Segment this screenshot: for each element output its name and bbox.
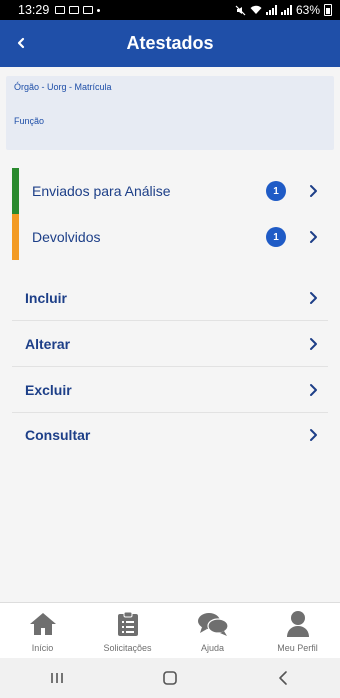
clipboard-icon (111, 609, 145, 639)
home-square-icon (163, 671, 177, 685)
nav-help[interactable]: Ajuda (170, 603, 255, 658)
image-icon (69, 6, 80, 14)
menu-label: Incluir (25, 289, 68, 306)
signal-icon (265, 5, 277, 15)
org-unit-registration-label: Órgão - Uorg - Matrícula (14, 82, 112, 92)
nav-requests[interactable]: Solicitações (85, 603, 170, 658)
recent-apps-button[interactable] (37, 663, 77, 693)
notification-dot-icon (97, 8, 101, 12)
status-color-bar (12, 214, 19, 260)
employee-info-card: Órgão - Uorg - Matrícula Função (6, 76, 334, 150)
status-label: Enviados para Análise (32, 183, 171, 199)
back-system-button[interactable] (263, 663, 303, 693)
menu-label: Alterar (25, 335, 71, 352)
status-color-bar (12, 168, 19, 214)
bottom-navigation: Início Solicitações Ajuda Meu Perfil (0, 602, 340, 658)
home-icon (26, 609, 60, 639)
wifi-icon (250, 5, 262, 14)
menu-label: Excluir (25, 381, 72, 398)
nav-home[interactable]: Início (0, 603, 85, 658)
chat-bubbles-icon (196, 609, 230, 639)
app-header: Atestados (0, 20, 340, 67)
page-title: Atestados (126, 33, 214, 53)
menu-item-edit[interactable]: Alterar (12, 321, 328, 367)
recent-apps-icon (50, 673, 63, 683)
signal-2-icon (280, 5, 292, 15)
status-label: Devolvidos (32, 229, 101, 245)
menu-item-include[interactable]: Incluir (12, 275, 328, 321)
status-time: 13:29 (18, 3, 50, 17)
back-button[interactable] (6, 28, 36, 58)
count-badge: 1 (266, 181, 286, 201)
menu-label: Consultar (25, 427, 91, 443)
menu-item-consult[interactable]: Consultar (12, 412, 328, 458)
nav-profile[interactable]: Meu Perfil (255, 603, 340, 658)
person-icon (281, 609, 315, 639)
back-chevron-icon (279, 671, 288, 685)
battery-icon (324, 4, 332, 16)
status-bar: 13:29 63% (0, 0, 340, 20)
nav-label: Meu Perfil (277, 643, 318, 653)
menu-item-delete[interactable]: Excluir (12, 367, 328, 413)
nav-label: Início (31, 643, 54, 653)
status-item-sent-for-analysis[interactable]: Enviados para Análise 1 (12, 168, 328, 214)
screen-icon (55, 6, 66, 14)
system-navigation-bar (0, 658, 340, 698)
message-icon (83, 6, 94, 14)
chevron-left-icon (17, 37, 25, 49)
chevron-right-icon (306, 428, 320, 442)
status-item-returned[interactable]: Devolvidos 1 (12, 214, 328, 260)
battery-percent: 63% (295, 3, 320, 17)
chevron-right-icon (306, 291, 320, 305)
chevron-right-icon (306, 383, 320, 397)
nav-label: Ajuda (200, 643, 225, 653)
nav-label: Solicitações (103, 643, 152, 653)
chevron-right-icon (306, 230, 320, 244)
count-badge: 1 (266, 227, 286, 247)
mute-icon (235, 5, 246, 15)
chevron-right-icon (306, 184, 320, 198)
home-system-button[interactable] (150, 663, 190, 693)
function-label: Função (14, 116, 45, 126)
chevron-right-icon (306, 337, 320, 351)
